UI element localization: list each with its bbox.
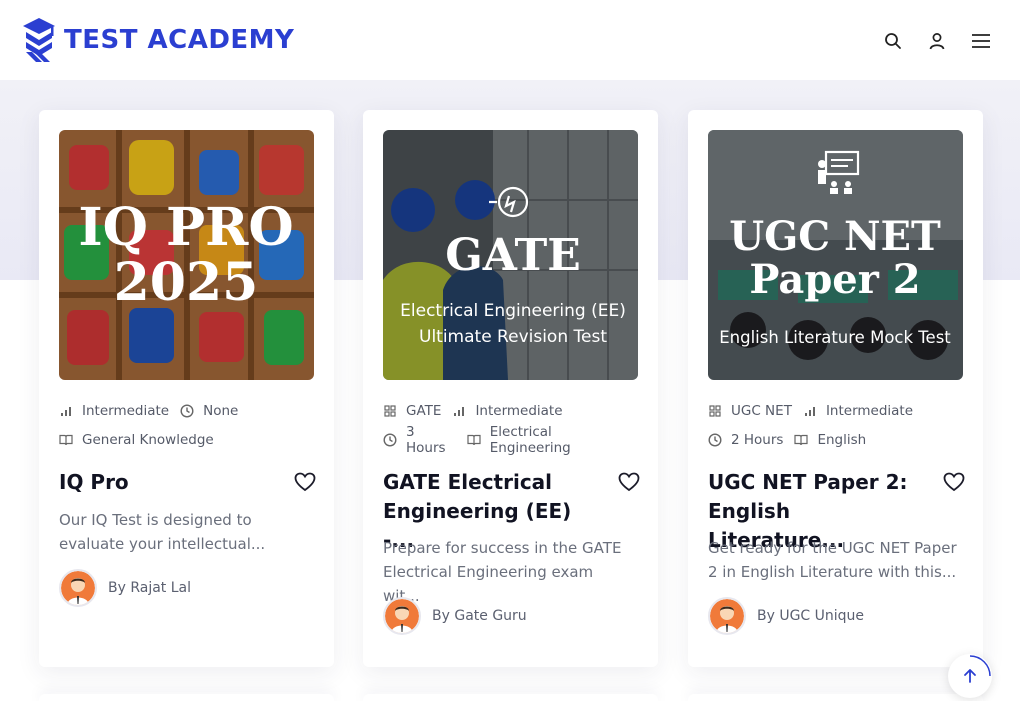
- thumbnail-subtitle: English Literature Mock Test: [719, 328, 951, 347]
- course-author[interactable]: By UGC Unique: [708, 597, 864, 635]
- course-card[interactable]: IQ PRO 2025 Intermediate None General Kn…: [39, 110, 334, 667]
- author-name: By UGC Unique: [757, 608, 865, 624]
- exam-text: GATE: [406, 403, 442, 419]
- course-title-line: GATE Electrical: [383, 470, 553, 494]
- course-card[interactable]: GATE Electrical Engineering (EE) Ultimat…: [363, 110, 658, 667]
- author-avatar: [59, 569, 97, 607]
- grid-icon: [708, 404, 722, 418]
- course-card[interactable]: UGC NET Paper 2 English Literature Mock …: [688, 110, 983, 667]
- book-icon: [467, 433, 481, 447]
- course-author[interactable]: By Rajat Lal: [59, 569, 191, 607]
- duration-text: 3 Hours: [406, 424, 446, 456]
- user-icon[interactable]: [926, 30, 948, 52]
- course-thumbnail[interactable]: GATE Electrical Engineering (EE) Ultimat…: [383, 130, 638, 380]
- thumbnail-image: UGC NET Paper 2 English Literature Mock …: [708, 130, 963, 380]
- logo-icon: [23, 18, 55, 62]
- site-header: TEST ACADEMY: [0, 0, 1020, 80]
- thumbnail-title-line2: 2025: [114, 252, 259, 313]
- course-description: Get ready for the UGC NET Paper 2 in Eng…: [708, 536, 958, 584]
- exam-text: UGC NET: [731, 403, 792, 419]
- course-title[interactable]: IQ Pro: [59, 468, 274, 497]
- course-title-line: IQ Pro: [59, 470, 129, 494]
- course-title-line: UGC NET Paper 2:: [708, 470, 908, 494]
- author-avatar: [708, 597, 746, 635]
- book-icon: [59, 433, 73, 447]
- description-line: 2 in English Literature with this...: [708, 563, 957, 581]
- thumbnail-title-line1: IQ PRO: [78, 197, 293, 258]
- wishlist-heart-icon[interactable]: [618, 472, 640, 494]
- thumbnail-subtitle-line2: Ultimate Revision Test: [419, 327, 607, 347]
- thumbnail-subtitle-line1: Electrical Engineering (EE): [400, 301, 626, 321]
- description-line: Prepare for success in the GATE: [383, 539, 622, 557]
- author-avatar: [383, 597, 421, 635]
- thumbnail-image: GATE Electrical Engineering (EE) Ultimat…: [383, 130, 638, 380]
- category-text: English: [817, 432, 867, 448]
- thumbnail-image: IQ PRO 2025: [59, 130, 314, 380]
- duration-text: 2 Hours: [731, 432, 784, 448]
- author-name: By Rajat Lal: [108, 580, 192, 596]
- clock-icon: [708, 433, 722, 447]
- level-icon: [59, 404, 73, 418]
- thumbnail-heading-line2: Paper 2: [749, 256, 920, 303]
- grid-icon: [383, 404, 397, 418]
- course-description: Our IQ Test is designed to evaluate your…: [59, 508, 309, 556]
- course-author[interactable]: By Gate Guru: [383, 597, 527, 635]
- author-name: By Gate Guru: [432, 608, 527, 624]
- course-meta: Intermediate None General Knowledge: [59, 402, 318, 460]
- menu-icon[interactable]: [970, 30, 992, 52]
- level-icon: [452, 404, 466, 418]
- clock-icon: [383, 433, 397, 447]
- description-line: evaluate your intellectual...: [59, 535, 266, 553]
- logo[interactable]: TEST ACADEMY: [22, 16, 294, 64]
- course-thumbnail[interactable]: UGC NET Paper 2 English Literature Mock …: [708, 130, 963, 380]
- course-meta: UGC NET Intermediate 2 Hours English: [708, 402, 967, 460]
- course-meta: GATE Intermediate 3 Hours Electrical Eng…: [383, 402, 642, 460]
- thumbnail-heading: GATE: [445, 230, 581, 281]
- level-text: Intermediate: [825, 403, 914, 419]
- level-icon: [803, 404, 817, 418]
- wishlist-heart-icon[interactable]: [294, 472, 316, 494]
- description-line: Get ready for the UGC NET Paper: [708, 539, 957, 557]
- book-icon: [794, 433, 809, 447]
- next-row-card: [688, 694, 983, 701]
- thumbnail-heading-line1: UGC NET: [729, 213, 941, 260]
- level-text: Intermediate: [475, 403, 563, 419]
- scroll-progress-ring: [969, 655, 991, 677]
- scroll-to-top-button[interactable]: [948, 654, 992, 698]
- category-text: General Knowledge: [82, 432, 214, 448]
- next-row-card: [363, 694, 658, 701]
- duration-text: None: [203, 403, 239, 419]
- wishlist-heart-icon[interactable]: [943, 472, 965, 494]
- level-text: Intermediate: [82, 403, 170, 419]
- search-icon[interactable]: [882, 30, 904, 52]
- description-line: Our IQ Test is designed to: [59, 511, 252, 529]
- category-text: Electrical Engineering: [489, 424, 571, 456]
- course-thumbnail[interactable]: IQ PRO 2025: [59, 130, 314, 380]
- next-row-card: [39, 694, 334, 701]
- logo-text: TEST ACADEMY: [64, 25, 295, 55]
- clock-icon: [180, 404, 194, 418]
